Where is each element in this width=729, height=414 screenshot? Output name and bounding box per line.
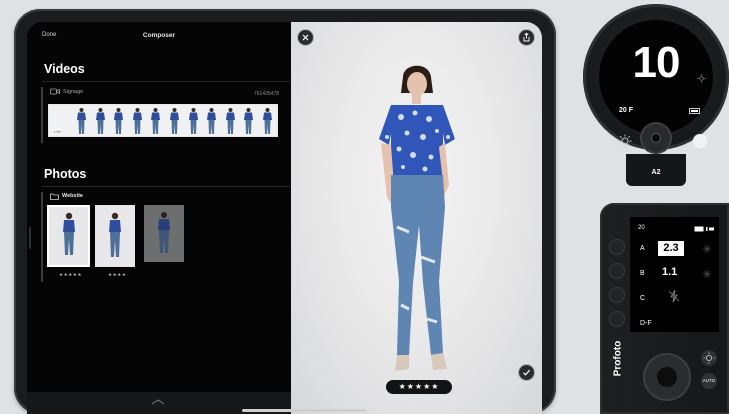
model-figure <box>244 108 254 134</box>
a2-channel: 20 F <box>619 107 634 114</box>
profoto-remote: 20 A 2.3 B 1.1 C D-F AUTO Profoto <box>600 203 729 414</box>
videos-group-line <box>41 87 43 143</box>
thumb-rating: ★★★★★ <box>59 272 83 277</box>
side-scroll-indicator[interactable] <box>29 227 31 249</box>
composer-panel: Done Composer Videos Signage 761435478 1… <box>27 22 291 414</box>
model-figure <box>188 108 198 134</box>
photos-section-title: Photos <box>44 167 87 181</box>
photos-group-line <box>41 192 43 282</box>
a2-label: A2 <box>651 169 661 176</box>
share-button[interactable] <box>519 30 534 45</box>
group-df-label: D-F <box>640 320 652 327</box>
composer-top-bar: Done Composer <box>27 22 291 46</box>
flash-off-icon <box>668 289 680 303</box>
model-figure <box>95 108 105 134</box>
photo-thumb[interactable] <box>95 205 135 267</box>
a2-body: 10 20 F <box>583 4 729 154</box>
video-frame <box>112 107 125 135</box>
ipad-frame: Done Composer Videos Signage 761435478 1… <box>14 9 556 414</box>
model-thumbnail <box>109 212 121 257</box>
modeling-light-icon <box>703 270 711 278</box>
thumb-rating: ★★★★ <box>108 272 127 277</box>
close-icon <box>302 34 309 41</box>
group-c-label: C <box>640 295 646 302</box>
a2-flash-head: 10 20 F A2 <box>583 4 729 186</box>
a2-power-value: 10 <box>632 38 681 87</box>
photo-thumb[interactable] <box>144 205 184 262</box>
model-thumbnail <box>63 212 75 255</box>
group-a-button[interactable] <box>609 239 625 255</box>
sun-icon[interactable] <box>618 134 632 148</box>
group-a-label: A <box>640 245 645 252</box>
remote-channel: 20 <box>638 225 645 231</box>
check-icon <box>523 369 531 376</box>
ipad-screen: Done Composer Videos Signage 761435478 1… <box>27 22 542 414</box>
close-button[interactable] <box>298 30 313 45</box>
group-a-value[interactable]: 2.3 <box>658 241 684 256</box>
model-figure <box>114 108 124 134</box>
a2-test-button[interactable] <box>693 134 707 148</box>
auto-button[interactable]: AUTO <box>701 373 717 389</box>
confirm-button[interactable] <box>519 365 534 380</box>
modeling-light-icon <box>697 74 706 83</box>
video-frame <box>131 107 144 135</box>
modeling-light-button[interactable] <box>701 350 717 366</box>
model-figure <box>263 108 272 134</box>
model-photo <box>379 65 455 371</box>
model-figure <box>132 108 142 134</box>
group-c-button[interactable] <box>609 287 625 303</box>
video-filmstrip[interactable]: 1:59 <box>48 104 278 137</box>
video-id: 761435478 <box>253 91 279 97</box>
remote-dial[interactable] <box>643 353 691 401</box>
brand-text: Profoto <box>612 340 624 377</box>
photo-thumb[interactable] <box>47 205 90 267</box>
model-figure <box>151 108 161 134</box>
group-b-label: B <box>640 270 645 277</box>
group-df-button[interactable] <box>609 311 625 327</box>
modeling-light-icon <box>703 245 711 253</box>
battery-icon <box>694 226 714 232</box>
video-camera-icon <box>50 88 60 95</box>
sun-icon <box>703 352 715 364</box>
video-frame <box>187 107 200 135</box>
video-frame <box>94 107 107 135</box>
folder-icon <box>50 193 59 200</box>
website-group-label[interactable]: Website <box>62 193 83 199</box>
signage-group-label[interactable]: Signage <box>63 89 83 95</box>
model-figure <box>77 108 86 134</box>
chevron-up-icon[interactable] <box>150 398 166 406</box>
video-duration: 1:59 <box>52 129 62 134</box>
model-thumbnail <box>158 212 170 253</box>
photo-preview: ★★★★★ <box>291 22 542 414</box>
remote-dial-center[interactable] <box>657 367 677 387</box>
video-frame <box>149 107 162 135</box>
group-b-value[interactable]: 1.1 <box>662 266 677 278</box>
battery-icon <box>689 108 700 114</box>
a2-dial-center[interactable] <box>651 133 661 143</box>
a2-dial[interactable] <box>640 122 672 154</box>
video-frame <box>205 107 218 135</box>
video-frame <box>224 107 237 135</box>
home-indicator[interactable] <box>242 409 366 412</box>
profoto-brand: Profoto <box>613 329 624 389</box>
photos-divider <box>42 186 290 187</box>
video-frame <box>261 107 274 135</box>
model-figure <box>170 108 179 134</box>
model-figure <box>225 108 235 134</box>
video-frame <box>75 107 88 135</box>
video-frame <box>168 107 181 135</box>
model-figure <box>207 108 217 134</box>
videos-section-title: Videos <box>44 62 85 76</box>
group-b-button[interactable] <box>609 263 625 279</box>
share-icon <box>523 32 530 42</box>
remote-screen: 20 A 2.3 B 1.1 C D-F <box>630 217 719 332</box>
composer-title: Composer <box>142 32 176 39</box>
photo-rating[interactable]: ★★★★★ <box>386 380 452 394</box>
video-frame <box>242 107 255 135</box>
videos-divider <box>42 81 290 82</box>
